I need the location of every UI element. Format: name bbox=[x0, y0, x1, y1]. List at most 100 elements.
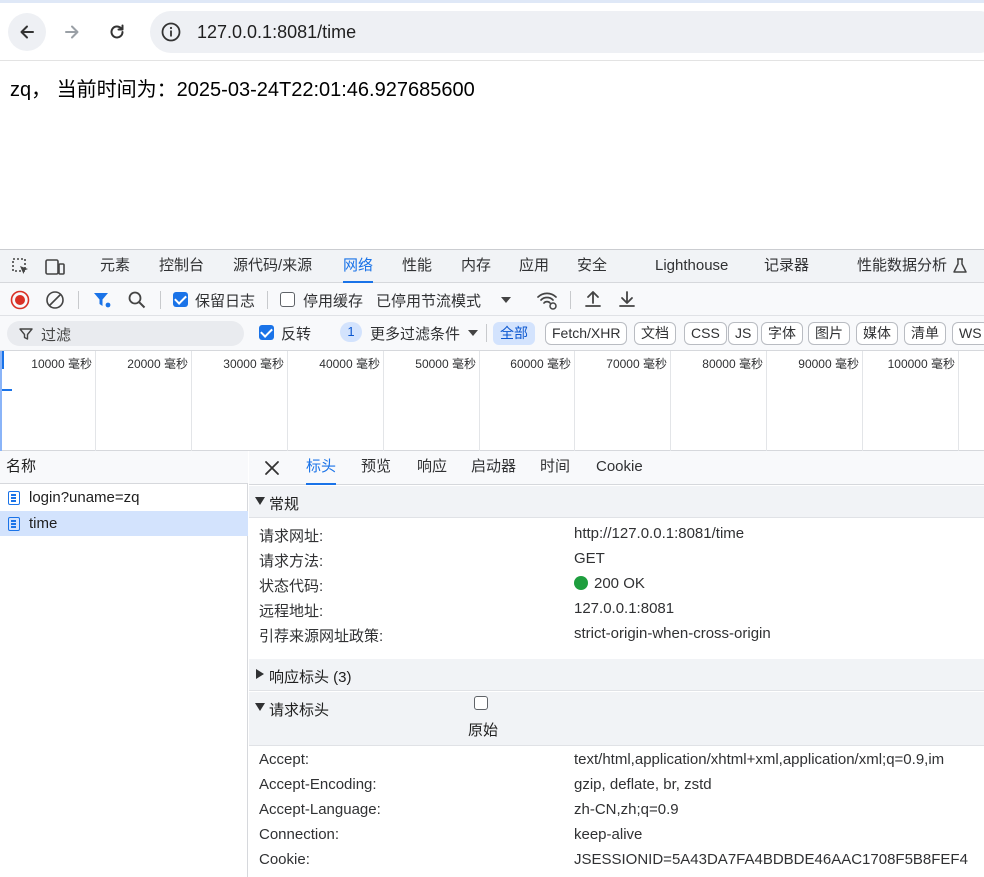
header-value: GET bbox=[574, 550, 605, 567]
filter-type-all[interactable]: 全部 bbox=[493, 322, 535, 345]
request-row[interactable]: login?uname=zq bbox=[0, 485, 248, 510]
tab-cookies[interactable]: Cookie bbox=[596, 451, 643, 485]
tab-console[interactable]: 控制台 bbox=[159, 250, 204, 283]
timeline-gridline bbox=[95, 351, 96, 451]
timeline-overview[interactable]: 10000 毫秒 20000 毫秒 30000 毫秒 40000 毫秒 5000… bbox=[0, 351, 984, 451]
header-value: strict-origin-when-cross-origin bbox=[574, 625, 771, 642]
close-icon[interactable] bbox=[263, 459, 281, 477]
tab-memory[interactable]: 内存 bbox=[461, 250, 491, 283]
tab-performance[interactable]: 性能 bbox=[402, 250, 432, 283]
request-name: login?uname=zq bbox=[29, 489, 140, 506]
header-value: 127.0.0.1:8081 bbox=[574, 600, 675, 617]
request-list: 名称 login?uname=zq time bbox=[0, 451, 248, 877]
site-info-icon[interactable] bbox=[160, 21, 182, 43]
tab-initiator[interactable]: 启动器 bbox=[471, 451, 516, 485]
header-key: 请求方法: bbox=[259, 553, 324, 570]
tab-performance-insights[interactable]: 性能数据分析 bbox=[857, 250, 947, 283]
filter-type-doc[interactable]: 文档 bbox=[634, 322, 676, 345]
timeline-tick-label: 30000 毫秒 bbox=[223, 357, 284, 371]
separator bbox=[267, 291, 268, 309]
more-filters-button[interactable]: 更多过滤条件 bbox=[370, 323, 460, 344]
tab-preview[interactable]: 预览 bbox=[361, 451, 391, 485]
filter-input[interactable]: 过滤 bbox=[7, 321, 244, 346]
reload-icon bbox=[110, 24, 124, 39]
throttling-select[interactable]: 已停用节流模式 bbox=[376, 290, 481, 311]
raw-label: 原始 bbox=[468, 722, 499, 739]
status-value: 200 OK bbox=[574, 575, 645, 592]
filter-type-font[interactable]: 字体 bbox=[761, 322, 803, 345]
response-headers-section-header[interactable]: 响应标头 (3) bbox=[249, 659, 984, 691]
back-button[interactable] bbox=[8, 13, 46, 51]
tab-timing[interactable]: 时间 bbox=[540, 451, 570, 485]
tab-elements[interactable]: 元素 bbox=[100, 250, 130, 283]
download-icon[interactable] bbox=[617, 289, 637, 309]
document-icon bbox=[8, 517, 20, 531]
preserve-log-checkbox[interactable] bbox=[173, 292, 188, 307]
invert-label: 反转 bbox=[281, 326, 312, 343]
tab-recorder[interactable]: 记录器 bbox=[764, 250, 809, 283]
header-value: JSESSIONID=5A43DA7FA4BDBDE46AAC1708F5B8F… bbox=[574, 851, 968, 868]
device-toolbar-icon[interactable] bbox=[44, 256, 66, 278]
timeline-tick-label: 50000 毫秒 bbox=[415, 357, 476, 371]
timeline-gridline bbox=[574, 351, 575, 451]
filter-toolbar: 过滤 反转 1 更多过滤条件 全部 Fetch/XHR 文档 CSS JS 字体… bbox=[0, 316, 984, 351]
tab-response[interactable]: 响应 bbox=[417, 451, 447, 485]
forward-button[interactable] bbox=[53, 13, 91, 51]
header-key: 状态代码: bbox=[259, 578, 324, 595]
tab-sources[interactable]: 源代码/来源 bbox=[233, 250, 312, 283]
header-key: Accept-Language: bbox=[259, 801, 381, 818]
inspect-element-icon[interactable] bbox=[10, 256, 32, 278]
header-key: 引荐来源网址政策: bbox=[259, 628, 384, 645]
name-column-header[interactable]: 名称 bbox=[0, 451, 248, 484]
address-bar[interactable]: 127.0.0.1:8081/time bbox=[150, 11, 984, 53]
triangle-down-icon bbox=[255, 497, 265, 505]
header-value: text/html,application/xhtml+xml,applicat… bbox=[574, 751, 945, 768]
clear-icon[interactable] bbox=[45, 290, 65, 310]
request-row[interactable]: time bbox=[0, 511, 248, 536]
timeline-tick-label: 60000 毫秒 bbox=[510, 357, 571, 371]
chevron-down-icon bbox=[468, 330, 478, 336]
request-detail-panel: 标头 预览 响应 启动器 时间 Cookie 常规 请求网址: http://1… bbox=[249, 451, 984, 877]
url-text[interactable]: 127.0.0.1:8081/time bbox=[197, 22, 356, 43]
browser-toolbar: 127.0.0.1:8081/time bbox=[0, 0, 984, 61]
reload-button[interactable] bbox=[98, 13, 136, 51]
record-stop-icon[interactable] bbox=[10, 290, 30, 310]
search-icon[interactable] bbox=[127, 290, 147, 310]
invert-checkbox[interactable] bbox=[259, 325, 274, 340]
tab-application[interactable]: 应用 bbox=[519, 250, 549, 283]
separator bbox=[160, 291, 161, 309]
filter-type-fetch-xhr[interactable]: Fetch/XHR bbox=[545, 322, 628, 345]
devtools-tab-bar: 元素 控制台 源代码/来源 网络 性能 内存 应用 安全 Lighthouse … bbox=[0, 250, 984, 283]
tab-security[interactable]: 安全 bbox=[577, 250, 607, 283]
screen: 127.0.0.1:8081/time zq， 当前时间为：2025-03-24… bbox=[0, 0, 984, 877]
raw-checkbox[interactable] bbox=[474, 696, 488, 710]
triangle-down-icon bbox=[255, 703, 265, 711]
detail-tab-bar: 标头 预览 响应 启动器 时间 Cookie bbox=[249, 451, 984, 485]
request-headers-section-header[interactable]: 请求标头 原始 bbox=[249, 692, 984, 746]
tab-lighthouse[interactable]: Lighthouse bbox=[655, 250, 728, 283]
filter-icon[interactable] bbox=[92, 290, 112, 310]
header-key: Accept-Encoding: bbox=[259, 776, 377, 793]
disable-cache-checkbox[interactable] bbox=[280, 292, 295, 307]
separator bbox=[570, 291, 571, 309]
more-filters-count: 1 bbox=[340, 322, 362, 342]
timeline-request-bar bbox=[2, 389, 12, 391]
timeline-gridline bbox=[670, 351, 671, 451]
tab-network[interactable]: 网络 bbox=[343, 250, 374, 283]
filter-type-ws[interactable]: WS bbox=[952, 322, 984, 345]
network-conditions-icon[interactable] bbox=[536, 289, 558, 311]
tab-headers[interactable]: 标头 bbox=[306, 451, 337, 485]
filter-type-media[interactable]: 媒体 bbox=[856, 322, 898, 345]
upload-icon[interactable] bbox=[583, 289, 603, 309]
header-value: http://127.0.0.1:8081/time bbox=[574, 525, 745, 542]
filter-type-img[interactable]: 图片 bbox=[808, 322, 850, 345]
header-value: gzip, deflate, br, zstd bbox=[574, 776, 712, 793]
filter-type-js[interactable]: JS bbox=[728, 322, 759, 345]
general-section-header[interactable]: 常规 bbox=[249, 486, 984, 518]
header-key: Accept: bbox=[259, 751, 310, 768]
filter-type-manifest[interactable]: 清单 bbox=[904, 322, 946, 345]
filter-type-css[interactable]: CSS bbox=[684, 322, 727, 345]
timeline-gridline bbox=[862, 351, 863, 451]
timeline-gridline bbox=[766, 351, 767, 451]
timeline-tick-label: 80000 毫秒 bbox=[702, 357, 763, 371]
